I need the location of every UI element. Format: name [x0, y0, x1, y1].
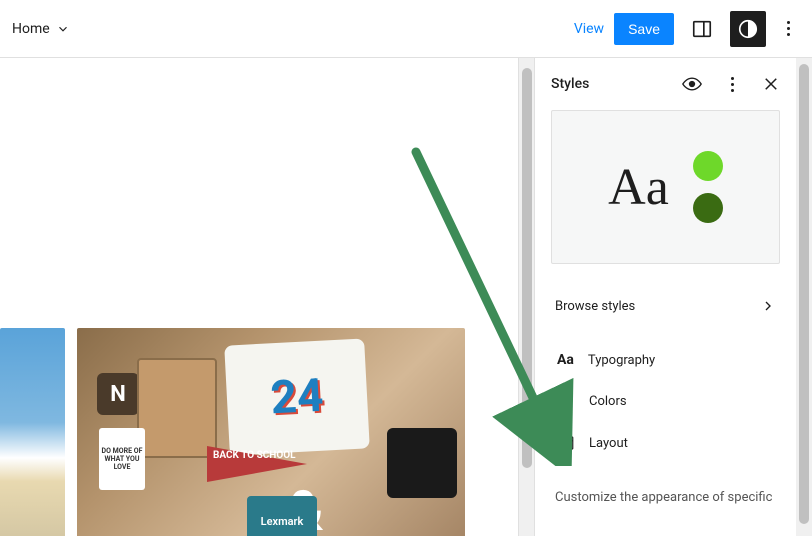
style-sections: Aa Typography Colors Layout: [535, 328, 796, 476]
image-decor: BACK TO SCHOOL: [213, 450, 296, 461]
dot-icon: [731, 77, 734, 80]
helper-text: Customize the appearance of specific: [535, 476, 796, 505]
layout-icon: [557, 434, 575, 452]
canvas-image[interactable]: N DO MORE OF WHAT YOU LOVE 24 BACK TO SC…: [77, 328, 465, 536]
typography-icon: Aa: [557, 352, 574, 368]
section-label: Layout: [589, 436, 628, 451]
style-preview-card[interactable]: Aa: [551, 110, 780, 264]
chevron-down-icon: [56, 22, 70, 36]
swatch-dark: [693, 193, 723, 223]
top-toolbar: Home View Save: [0, 0, 812, 58]
browse-styles-label: Browse styles: [555, 299, 635, 314]
canvas-scrollbar[interactable]: [518, 58, 534, 536]
toolbar-actions: View Save: [574, 11, 800, 47]
dot-icon: [787, 21, 790, 24]
image-decor: N: [97, 373, 139, 415]
section-colors[interactable]: Colors: [555, 380, 776, 422]
editor-canvas[interactable]: N DO MORE OF WHAT YOU LOVE 24 BACK TO SC…: [0, 58, 534, 536]
dot-icon: [787, 27, 790, 30]
sidebar-icon: [691, 18, 713, 40]
browse-styles-row[interactable]: Browse styles: [535, 284, 796, 328]
page-label: Home: [12, 21, 50, 37]
styles-toggle[interactable]: [730, 11, 766, 47]
panel-header: Styles: [535, 58, 796, 110]
image-decor: [137, 358, 217, 458]
swatch-light: [693, 151, 723, 181]
contrast-icon: [737, 18, 759, 40]
dot-icon: [787, 33, 790, 36]
scrollbar-thumb[interactable]: [522, 68, 532, 468]
sidebar-scrollbar[interactable]: [796, 58, 812, 536]
panel-more-button[interactable]: [720, 77, 744, 92]
more-menu-button[interactable]: [776, 21, 800, 36]
section-label: Typography: [588, 353, 655, 368]
close-icon[interactable]: [762, 75, 780, 93]
canvas-image[interactable]: [0, 328, 65, 536]
section-label: Colors: [589, 394, 627, 409]
image-decor: 24: [224, 338, 370, 455]
typography-sample: Aa: [608, 158, 669, 217]
dot-icon: [731, 83, 734, 86]
chevron-right-icon: [760, 298, 776, 314]
section-layout[interactable]: Layout: [555, 422, 776, 464]
save-button[interactable]: Save: [614, 13, 674, 45]
settings-sidebar-toggle[interactable]: [684, 11, 720, 47]
eye-icon[interactable]: [682, 74, 702, 94]
page-dropdown[interactable]: Home: [12, 21, 70, 37]
image-decor: DO MORE OF WHAT YOU LOVE: [99, 428, 145, 490]
color-swatches: [693, 151, 723, 223]
droplet-icon: [557, 392, 575, 410]
styles-sidebar: Styles Aa: [534, 58, 812, 536]
scrollbar-thumb[interactable]: [799, 64, 809, 524]
panel-title: Styles: [551, 76, 589, 92]
section-typography[interactable]: Aa Typography: [555, 340, 776, 380]
image-decor: Lexmark: [247, 496, 317, 536]
view-link[interactable]: View: [574, 21, 604, 37]
dot-icon: [731, 89, 734, 92]
canvas-image-row: N DO MORE OF WHAT YOU LOVE 24 BACK TO SC…: [0, 328, 465, 536]
image-decor: [387, 428, 457, 498]
